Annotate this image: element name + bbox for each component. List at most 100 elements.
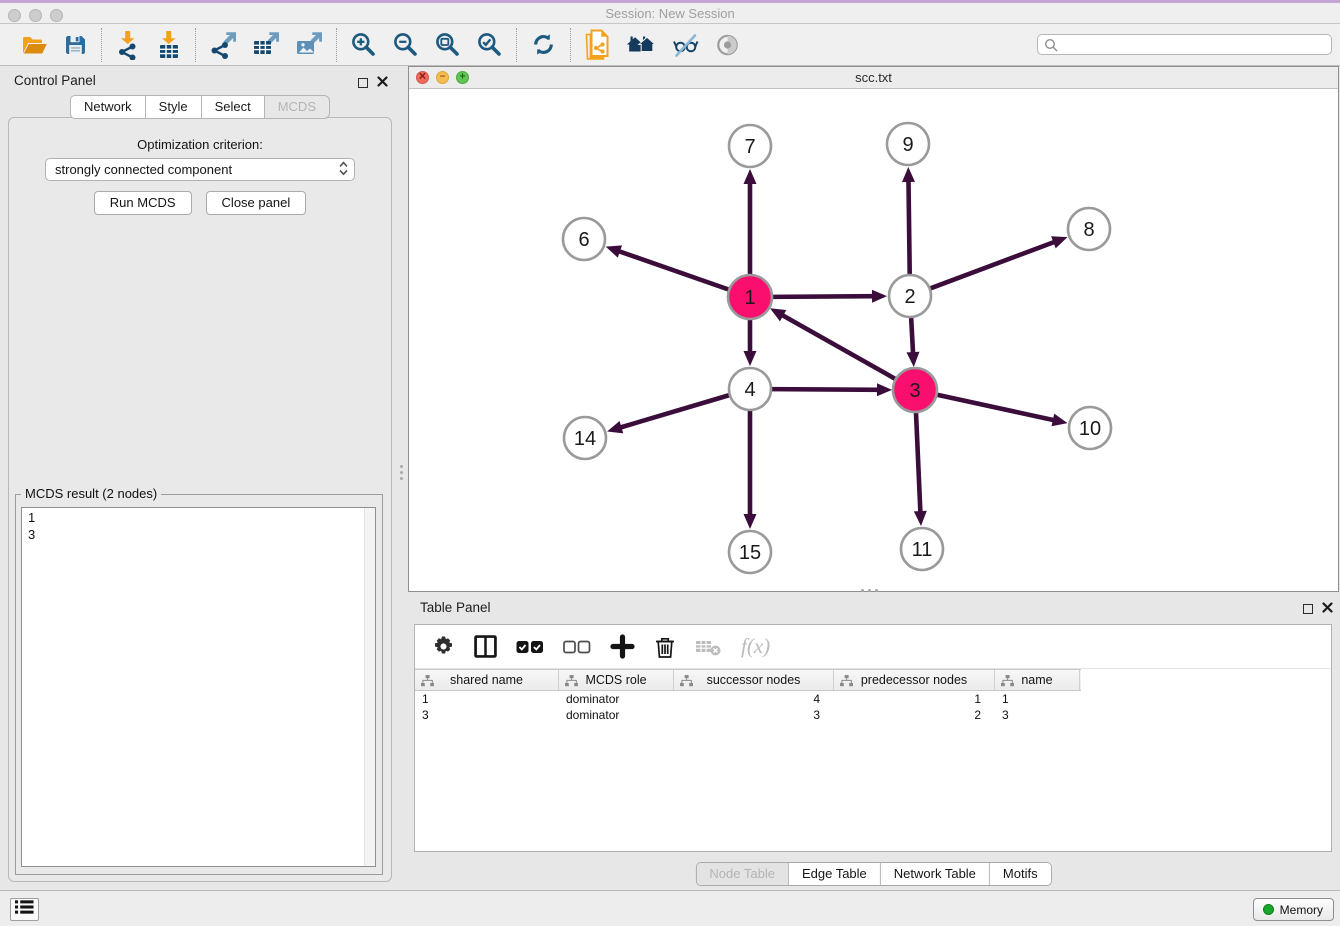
export-image-button[interactable]	[295, 31, 323, 59]
memory-status-icon	[1263, 904, 1274, 915]
zoom-fit-button[interactable]	[434, 31, 461, 58]
graph-node-15[interactable]: 15	[729, 531, 771, 573]
save-button[interactable]	[63, 33, 88, 57]
graph-edge-arrow-3-11	[914, 511, 927, 526]
columns-button[interactable]	[474, 635, 497, 658]
graph-edge-2-8[interactable]	[931, 242, 1056, 289]
graph-edge-1-2[interactable]	[772, 296, 874, 297]
memory-button-label: Memory	[1280, 903, 1323, 917]
search-icon	[1044, 38, 1058, 52]
export-table-button[interactable]	[252, 31, 280, 59]
tab-mcds[interactable]: MCDS	[264, 95, 330, 119]
memory-button[interactable]: Memory	[1253, 898, 1334, 921]
table-cell[interactable]: 1	[415, 691, 559, 707]
table-column-headers: shared nameMCDS rolesuccessor nodesprede…	[415, 669, 1081, 691]
graph-node-3[interactable]: 3	[893, 368, 937, 412]
gear-button[interactable]	[432, 635, 455, 658]
float-panel-icon[interactable]	[358, 78, 368, 88]
horizontal-splitter[interactable]	[858, 589, 880, 593]
graph-edge-4-14[interactable]	[620, 395, 729, 427]
graph-node-14[interactable]: 14	[564, 417, 606, 459]
delete-row-button[interactable]	[654, 634, 676, 659]
hide-panels-button[interactable]	[671, 32, 699, 58]
search-input[interactable]	[1062, 36, 1331, 53]
tab-network[interactable]: Network	[70, 95, 145, 119]
graph-node-1[interactable]: 1	[728, 275, 772, 319]
zoom-in-button[interactable]	[350, 31, 377, 58]
tree-icon	[1001, 675, 1014, 690]
tree-icon	[421, 675, 434, 690]
graph-edge-3-10[interactable]	[936, 395, 1054, 421]
table-cell[interactable]: dominator	[559, 691, 674, 707]
graph-node-4[interactable]: 4	[729, 368, 771, 410]
close-panel-icon[interactable]	[377, 74, 388, 92]
graph-edge-3-11[interactable]	[916, 412, 920, 513]
table-cell[interactable]: dominator	[559, 707, 674, 723]
window-titlebar: Session: New Session	[0, 0, 1340, 24]
column-header-predecessor-nodes[interactable]: predecessor nodes	[834, 670, 995, 690]
tab-network-table[interactable]: Network Table	[880, 863, 989, 885]
table-cell[interactable]: 4	[674, 691, 834, 707]
zoom-out-button[interactable]	[392, 31, 419, 58]
zoom-selected-button[interactable]	[476, 31, 503, 58]
graph-edge-1-6[interactable]	[618, 251, 729, 290]
table-row[interactable]: 3dominator323	[415, 707, 1331, 723]
open-button[interactable]	[21, 33, 48, 57]
refresh-button[interactable]	[530, 31, 557, 58]
toolbar-group	[517, 31, 570, 58]
control-panel-tabs: NetworkStyleSelectMCDS	[6, 95, 394, 119]
close-panel-button[interactable]: Close panel	[206, 191, 307, 215]
table-row[interactable]: 1dominator411	[415, 691, 1331, 707]
add-row-button[interactable]	[610, 634, 635, 659]
graph-edge-2-3[interactable]	[911, 318, 913, 354]
run-mcds-button[interactable]: Run MCDS	[94, 191, 192, 215]
graph-edge-4-3[interactable]	[772, 389, 879, 390]
search-field[interactable]	[1037, 34, 1332, 55]
graph-node-6[interactable]: 6	[563, 218, 605, 260]
graph-edge-arrow-1-4	[744, 351, 757, 366]
float-panel-icon[interactable]	[1303, 604, 1313, 614]
result-scrollbar[interactable]	[364, 508, 375, 866]
export-network-button[interactable]	[209, 31, 237, 59]
table-cell[interactable]: 3	[674, 707, 834, 723]
column-header-MCDS-role[interactable]: MCDS role	[559, 670, 674, 690]
column-header-successor-nodes[interactable]: successor nodes	[674, 670, 834, 690]
column-header-shared-name[interactable]: shared name	[415, 670, 559, 690]
graph-edge-3-1[interactable]	[781, 315, 895, 380]
table-cell[interactable]: 1	[995, 691, 1080, 707]
delete-table-button	[695, 637, 722, 657]
mcds-result-textarea[interactable]: 1 3	[21, 507, 376, 867]
network-file-button[interactable]	[584, 29, 611, 60]
graph-edge-2-9[interactable]	[908, 180, 909, 274]
table-cell[interactable]: 3	[415, 707, 559, 723]
column-header-name[interactable]: name	[995, 670, 1080, 690]
graph-node-9[interactable]: 9	[887, 123, 929, 165]
network-canvas[interactable]: 7 9 6 8 1 2 4 3 14 10 15 11	[409, 89, 1338, 591]
tab-motifs[interactable]: Motifs	[989, 863, 1051, 885]
tab-node-table[interactable]: Node Table	[696, 863, 788, 885]
tab-style[interactable]: Style	[145, 95, 201, 119]
graph-node-10[interactable]: 10	[1069, 407, 1111, 449]
mcds-result-title: MCDS result (2 nodes)	[21, 486, 161, 501]
hide-panels-icon	[671, 32, 699, 58]
table-cell[interactable]: 3	[995, 707, 1080, 723]
graph-node-11[interactable]: 11	[901, 528, 943, 570]
table-cell[interactable]: 2	[834, 707, 995, 723]
graph-node-7[interactable]: 7	[729, 125, 771, 167]
vertical-splitter[interactable]	[399, 462, 403, 482]
select-all-button[interactable]	[516, 639, 544, 655]
deselect-all-button[interactable]	[563, 639, 591, 655]
tab-select[interactable]: Select	[201, 95, 264, 119]
export-image-icon	[295, 31, 323, 59]
table-cell[interactable]: 1	[834, 691, 995, 707]
criterion-dropdown[interactable]: strongly connected component	[45, 158, 355, 181]
close-panel-icon[interactable]	[1322, 600, 1333, 618]
graph-node-8[interactable]: 8	[1068, 208, 1110, 250]
tab-edge-table[interactable]: Edge Table	[788, 863, 880, 885]
import-network-button[interactable]	[115, 30, 141, 60]
home-button[interactable]	[626, 33, 656, 57]
graph-node-2[interactable]: 2	[889, 275, 931, 317]
import-table-button[interactable]	[156, 30, 182, 60]
criterion-dropdown-value: strongly connected component	[55, 162, 339, 177]
task-history-button[interactable]	[10, 898, 39, 921]
